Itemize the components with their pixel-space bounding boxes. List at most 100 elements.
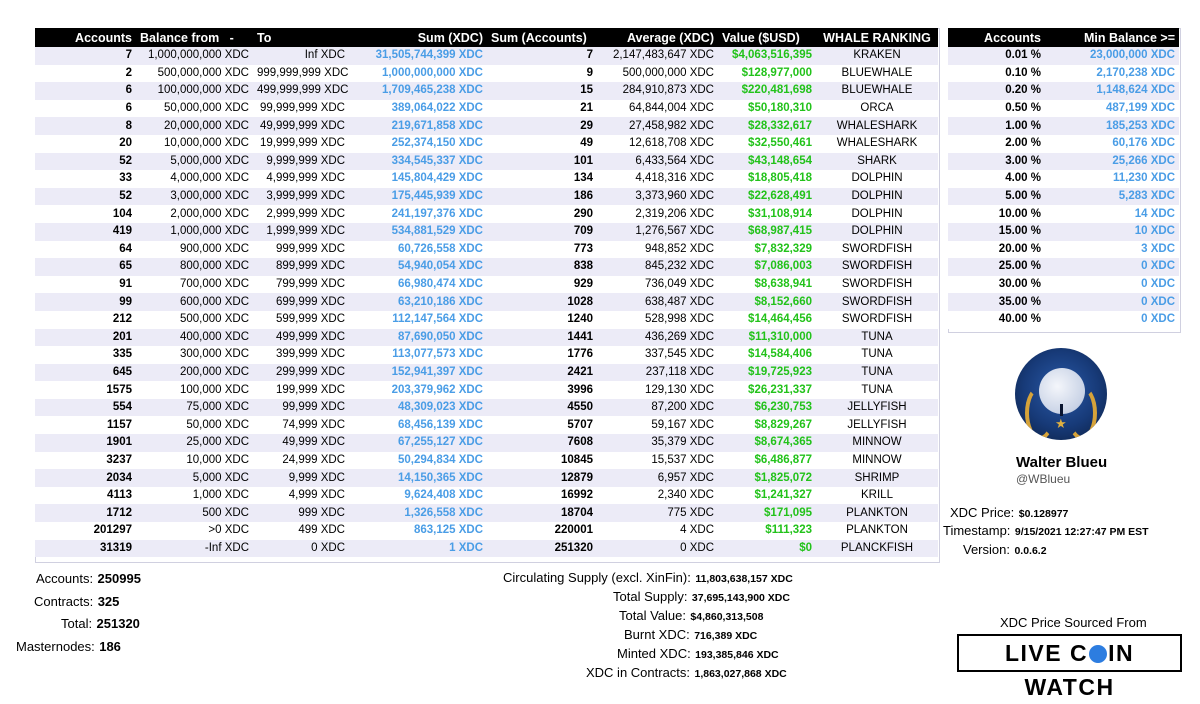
cell-value-usd: $43,148,654 [718,152,816,171]
cell-value-usd: $6,486,877 [718,451,816,470]
table-row: 31319 -Inf XDC 0 XDC 1 XDC 251320 0 XDC $0 PLAN… [35,539,938,558]
table-row: 65 800,000 XDC 899,999 XDC 54,940,054 XDC 83… [35,258,938,276]
cell-value-usd: $14,464,456 [718,310,816,329]
cell-min-balance: 0 XDC [1045,310,1179,329]
cell-accounts: 6 [35,99,136,118]
cell-sum-xdc: 334,545,337 XDC [349,152,487,171]
supply-burnt-label: Burnt XDC: [624,627,690,642]
cell-sum-accounts: 1028 [487,293,597,311]
table-row: 7 1,000,000,000 XDC Inf XDC 31,505,744,399 … [35,47,938,65]
table-row: 4.00 % 11,230 XDC [948,170,1179,188]
cell-balance-from: 400,000 XDC [136,328,253,347]
cell-average: 12,618,708 XDC [597,134,718,153]
cell-sum-xdc: 534,881,529 XDC [349,222,487,241]
cell-balance-to: 3,999,999 XDC [253,187,349,206]
cell-average: 64,844,004 XDC [597,99,718,118]
cell-balance-from: 5,000,000 XDC [136,152,253,171]
cell-accounts-pct: 0.50 % [948,99,1045,118]
cell-balance-from: 25,000 XDC [136,434,253,452]
table-row: 2 500,000,000 XDC 999,999,999 XDC 1,000,000… [35,64,938,83]
table-row: 64 900,000 XDC 999,999 XDC 60,726,558 XDC 77… [35,240,938,259]
cell-sum-accounts: 18704 [487,504,597,523]
supply-minted-value: 193,385,846 XDC [695,649,779,661]
cell-value-usd: $128,977,000 [718,64,816,83]
cell-sum-accounts: 29 [487,117,597,135]
cell-sum-xdc: 863,125 XDC [349,522,487,540]
whale-table-header: Accounts Balance from - To Sum (XDC) Sum… [35,28,938,47]
supply-burnt-row: Burnt XDC: 716,389 XDC [624,626,757,644]
logo-text-left: LIVE C [1004,640,1089,666]
cell-accounts: 1575 [35,381,136,399]
cell-accounts: 201297 [35,522,136,540]
supply-minted-label: Minted XDC: [617,646,691,661]
cell-balance-to: 74,999 XDC [253,416,349,435]
table-row: 10.00 % 14 XDC [948,205,1179,223]
table-row: 52 3,000,000 XDC 3,999,999 XDC 175,445,939 … [35,187,938,206]
cell-accounts: 2034 [35,469,136,487]
price-source-label: XDC Price Sourced From [1000,615,1147,630]
table-row: 645 200,000 XDC 299,999 XDC 152,941,397 XDC… [35,363,938,382]
cell-balance-to: 19,999,999 XDC [253,134,349,153]
cell-accounts-pct: 40.00 % [948,310,1045,329]
col-header-accounts: Accounts [35,28,136,47]
cell-value-usd: $26,231,337 [718,381,816,399]
totals-masternodes-value: 186 [99,639,121,654]
cell-average: 27,458,982 XDC [597,117,718,135]
live-coin-watch-logo[interactable]: LIVE C IN WATCH [957,634,1182,700]
cell-whale-ranking: TUNA [816,328,938,347]
price-row: XDC Price: $0.128977 [950,504,1068,522]
cell-sum-xdc: 252,374,150 XDC [349,134,487,153]
cell-average: 6,433,564 XDC [597,152,718,171]
cell-sum-accounts: 21 [487,99,597,118]
table-row: 3.00 % 25,266 XDC [948,152,1179,171]
totals-accounts-label: Accounts: [36,571,94,586]
cell-sum-xdc: 112,147,564 XDC [349,310,487,329]
cell-sum-xdc: 9,624,408 XDC [349,486,487,505]
version-row: Version: 0.0.6.2 [963,541,1047,559]
cell-whale-ranking: SWORDFISH [816,310,938,329]
cell-sum-xdc: 219,671,858 XDC [349,117,487,135]
cell-min-balance: 10 XDC [1045,222,1179,241]
cell-balance-from: 50,000 XDC [136,416,253,435]
cell-sum-accounts: 49 [487,134,597,153]
cell-balance-from: 3,000,000 XDC [136,187,253,206]
cell-average: 948,852 XDC [597,240,718,259]
profile-name: Walter Blueu [1016,454,1108,471]
cell-accounts: 91 [35,275,136,294]
cell-balance-to: 4,999 XDC [253,486,349,505]
cell-average: 129,130 XDC [597,381,718,399]
cell-min-balance: 23,000,000 XDC [1045,47,1179,65]
cell-value-usd: $28,332,617 [718,117,816,135]
cell-value-usd: $11,310,000 [718,328,816,347]
supply-circulating-value: 11,803,638,157 XDC [695,573,793,585]
cell-sum-accounts: 16992 [487,486,597,505]
cell-sum-accounts: 1776 [487,346,597,364]
supply-circulating-label: Circulating Supply (excl. XinFin): [503,570,691,585]
cell-accounts: 645 [35,363,136,382]
table-row: 201 400,000 XDC 499,999 XDC 87,690,050 XDC 1… [35,328,938,347]
cell-accounts-pct: 0.01 % [948,47,1045,65]
cell-value-usd: $4,063,516,395 [718,47,816,65]
cell-balance-from: 1,000 XDC [136,486,253,505]
cell-sum-accounts: 12879 [487,469,597,487]
cell-balance-from: 1,000,000 XDC [136,222,253,241]
cell-sum-xdc: 63,210,186 XDC [349,293,487,311]
table-row: 1157 50,000 XDC 74,999 XDC 68,456,139 XDC 57… [35,416,938,435]
cell-accounts-pct: 35.00 % [948,293,1045,311]
table-row: 1712 500 XDC 999 XDC 1,326,558 XDC 18704 775 … [35,504,938,523]
table-row: 15.00 % 10 XDC [948,222,1179,241]
version-value: 0.0.6.2 [1014,545,1047,557]
cell-balance-to: 799,999 XDC [253,275,349,294]
cell-accounts: 64 [35,240,136,259]
cell-sum-xdc: 14,150,365 XDC [349,469,487,487]
cell-sum-accounts: 134 [487,170,597,188]
cell-value-usd: $7,086,003 [718,258,816,276]
cell-balance-to: 99,999,999 XDC [253,99,349,118]
cell-average: 845,232 XDC [597,258,718,276]
cell-min-balance: 487,199 XDC [1045,99,1179,118]
cell-balance-to: 1,999,999 XDC [253,222,349,241]
cell-whale-ranking: PLANCKFISH [816,539,938,558]
table-row: 212 500,000 XDC 599,999 XDC 112,147,564 XDC… [35,310,938,329]
cell-value-usd: $68,987,415 [718,222,816,241]
table-row: 35.00 % 0 XDC [948,293,1179,311]
